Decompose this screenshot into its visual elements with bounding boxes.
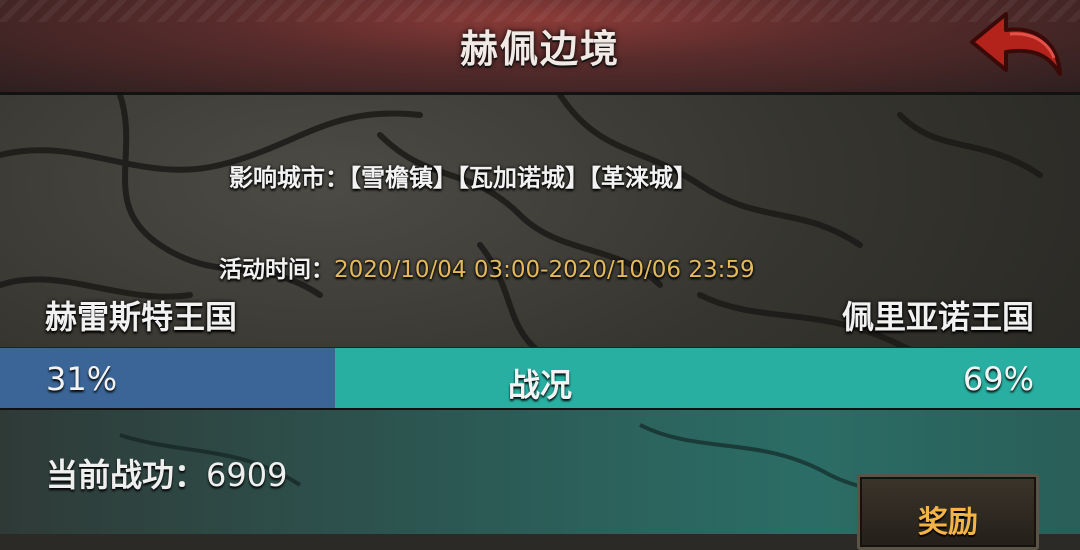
header-bar: 赫佩边境 xyxy=(0,0,1080,95)
event-time-value: 2020/10/04 03:00-2020/10/06 23:59 xyxy=(334,257,755,283)
war-status-title: 战况 xyxy=(507,366,572,404)
left-kingdom-name: 赫雷斯特王国 xyxy=(45,298,238,336)
event-time-label: 活动时间： xyxy=(219,257,334,283)
current-merit-value: 6909 xyxy=(206,456,288,494)
right-kingdom-name: 佩里亚诺王国 xyxy=(841,298,1034,336)
war-status-bar: 31% 战况 69% xyxy=(0,347,1080,410)
current-merit: 当前战功：6909 xyxy=(46,450,287,496)
reward-button-label: 奖励 xyxy=(918,505,978,540)
page-title: 赫佩边境 xyxy=(459,27,620,71)
current-merit-label: 当前战功： xyxy=(46,456,207,494)
back-arrow-icon xyxy=(970,12,1062,76)
back-button[interactable] xyxy=(966,8,1066,82)
event-time: 活动时间：2020/10/04 03:00-2020/10/06 23:59 xyxy=(219,250,755,284)
reward-button[interactable]: 奖励 xyxy=(857,474,1039,550)
affected-cities: 影响城市：【雪檐镇】【瓦加诺城】【革涞城】 xyxy=(229,164,697,192)
right-kingdom-percent: 69% xyxy=(962,360,1034,398)
